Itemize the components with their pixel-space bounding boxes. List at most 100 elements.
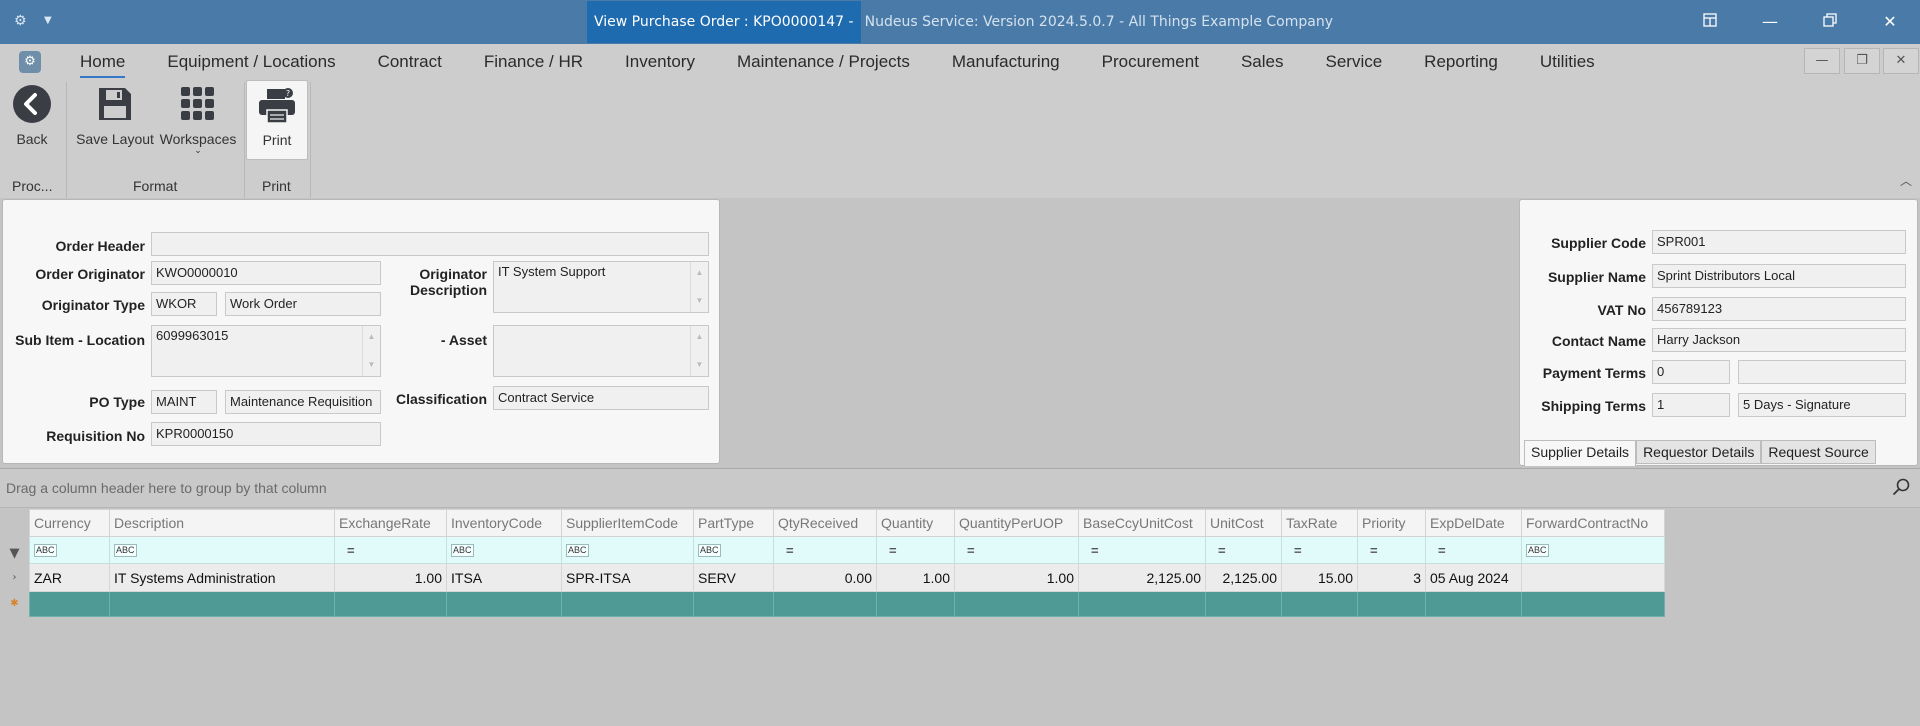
collapse-ribbon-icon[interactable]: ︿ — [1900, 172, 1912, 189]
filter-cell[interactable]: = — [1281, 536, 1358, 564]
filter-equals-icon[interactable]: = — [1083, 543, 1099, 558]
classification-field[interactable]: Contract Service — [493, 386, 709, 410]
cell-currency[interactable]: ZAR — [29, 563, 110, 592]
column-header-expdeldate[interactable]: ExpDelDate — [1425, 509, 1522, 537]
po-type-name-field[interactable]: Maintenance Requisition — [225, 390, 381, 414]
new-row-cell[interactable] — [1281, 591, 1358, 617]
tab-sales[interactable]: Sales — [1241, 44, 1284, 80]
filter-equals-icon[interactable]: = — [1362, 543, 1378, 558]
new-row-cell[interactable] — [446, 591, 562, 617]
mdi-restore-button[interactable]: ❐ — [1844, 48, 1880, 74]
filter-text-icon[interactable]: ABC — [1526, 543, 1549, 557]
filter-equals-icon[interactable]: = — [778, 543, 794, 558]
column-header-description[interactable]: Description — [109, 509, 335, 537]
requisition-no-field[interactable]: KPR0000150 — [151, 422, 381, 446]
filter-cell[interactable]: = — [1357, 536, 1426, 564]
new-row-cell[interactable] — [1357, 591, 1426, 617]
tab-request-source[interactable]: Request Source — [1761, 440, 1876, 464]
filter-cell[interactable]: = — [954, 536, 1079, 564]
tab-equipment-locations[interactable]: Equipment / Locations — [167, 44, 335, 80]
originator-type-name-field[interactable]: Work Order — [225, 292, 381, 316]
app-logo-icon[interactable]: ⚙ — [19, 51, 41, 73]
new-row-cell[interactable] — [954, 591, 1079, 617]
column-header-inventorycode[interactable]: InventoryCode — [446, 509, 562, 537]
contact-name-field[interactable]: Harry Jackson — [1652, 328, 1906, 352]
new-row-cell[interactable] — [109, 591, 335, 617]
filter-equals-icon[interactable]: = — [959, 543, 975, 558]
new-row-cell[interactable] — [1521, 591, 1665, 617]
mdi-close-button[interactable]: ✕ — [1883, 48, 1919, 74]
filter-text-icon[interactable]: ABC — [698, 543, 721, 557]
order-header-field[interactable] — [151, 232, 709, 256]
tab-reporting[interactable]: Reporting — [1424, 44, 1498, 80]
restore-icon[interactable] — [1806, 0, 1854, 44]
cell-taxrate[interactable]: 15.00 — [1281, 563, 1358, 592]
tab-manufacturing[interactable]: Manufacturing — [952, 44, 1060, 80]
column-header-baseccyunitcost[interactable]: BaseCcyUnitCost — [1078, 509, 1206, 537]
scrollbar[interactable]: ▲ ▼ — [690, 326, 708, 376]
filter-text-icon[interactable]: ABC — [566, 543, 589, 557]
filter-text-icon[interactable]: ABC — [34, 543, 57, 557]
minimize-icon[interactable]: — — [1746, 0, 1794, 44]
new-row[interactable] — [29, 591, 1665, 617]
workspaces-button[interactable]: Workspaces ⌄ — [158, 80, 238, 156]
tab-utilities[interactable]: Utilities — [1540, 44, 1595, 80]
cell-baseccyunitcost[interactable]: 2,125.00 — [1078, 563, 1206, 592]
filter-text-icon[interactable]: ABC — [451, 543, 474, 557]
filter-cell[interactable]: = — [1205, 536, 1282, 564]
back-button[interactable]: Back — [8, 80, 56, 147]
payment-terms-code-field[interactable]: 0 — [1652, 360, 1730, 384]
sub-item-location-field[interactable]: 6099963015 ▲ ▼ — [151, 325, 381, 377]
column-header-forwardcontractno[interactable]: ForwardContractNo — [1521, 509, 1665, 537]
new-row-cell[interactable] — [1205, 591, 1282, 617]
tab-finance-hr[interactable]: Finance / HR — [484, 44, 583, 80]
column-header-currency[interactable]: Currency — [29, 509, 110, 537]
supplier-code-field[interactable]: SPR001 — [1652, 230, 1906, 254]
new-row-cell[interactable] — [693, 591, 774, 617]
tab-requestor-details[interactable]: Requestor Details — [1636, 440, 1762, 464]
table-row[interactable]: ZAR IT Systems Administration 1.00 ITSA SPR-… — [29, 563, 1665, 592]
filter-cell[interactable]: = — [1078, 536, 1206, 564]
new-row-cell[interactable] — [29, 591, 110, 617]
search-icon[interactable] — [1892, 478, 1910, 501]
po-type-code-field[interactable]: MAINT — [151, 390, 217, 414]
cell-priority[interactable]: 3 — [1357, 563, 1426, 592]
column-header-parttype[interactable]: PartType — [693, 509, 774, 537]
column-header-priority[interactable]: Priority — [1357, 509, 1426, 537]
gear-icon[interactable]: ⚙ — [14, 13, 27, 29]
originator-description-field[interactable]: IT System Support ▲ ▼ — [493, 261, 709, 313]
scroll-down-icon[interactable]: ▼ — [363, 356, 380, 374]
scroll-up-icon[interactable]: ▲ — [691, 328, 708, 346]
originator-type-code-field[interactable]: WKOR — [151, 292, 217, 316]
payment-terms-desc-field[interactable] — [1738, 360, 1906, 384]
scrollbar[interactable]: ▲ ▼ — [690, 262, 708, 312]
filter-cell[interactable]: ABC — [561, 536, 694, 564]
filter-cell[interactable]: = — [876, 536, 955, 564]
cell-forwardcontractno[interactable] — [1521, 563, 1665, 592]
cell-parttype[interactable]: SERV — [693, 563, 774, 592]
cell-expdeldate[interactable]: 05 Aug 2024 — [1425, 563, 1522, 592]
new-row-cell[interactable] — [334, 591, 447, 617]
new-row-cell[interactable] — [876, 591, 955, 617]
tab-inventory[interactable]: Inventory — [625, 44, 695, 80]
cell-quantityperuop[interactable]: 1.00 — [954, 563, 1079, 592]
tab-maintenance-projects[interactable]: Maintenance / Projects — [737, 44, 910, 80]
filter-cell[interactable]: ABC — [1521, 536, 1665, 564]
cell-supplieritemcode[interactable]: SPR-ITSA — [561, 563, 694, 592]
tab-supplier-details[interactable]: Supplier Details — [1524, 440, 1637, 466]
tab-procurement[interactable]: Procurement — [1102, 44, 1199, 80]
filter-equals-icon[interactable]: = — [1430, 543, 1446, 558]
filter-cell[interactable]: = — [334, 536, 447, 564]
filter-equals-icon[interactable]: = — [881, 543, 897, 558]
filter-icon[interactable]: ▼ — [0, 546, 29, 561]
scrollbar[interactable]: ▲ ▼ — [362, 326, 380, 376]
scroll-up-icon[interactable]: ▲ — [691, 264, 708, 282]
filter-equals-icon[interactable]: = — [1210, 543, 1226, 558]
column-header-supplieritemcode[interactable]: SupplierItemCode — [561, 509, 694, 537]
supplier-name-field[interactable]: Sprint Distributors Local — [1652, 264, 1906, 288]
cell-quantity[interactable]: 1.00 — [876, 563, 955, 592]
close-icon[interactable]: ✕ — [1866, 0, 1914, 44]
scroll-down-icon[interactable]: ▼ — [691, 292, 708, 310]
asset-field[interactable]: ▲ ▼ — [493, 325, 709, 377]
column-header-qtyreceived[interactable]: QtyReceived — [773, 509, 877, 537]
